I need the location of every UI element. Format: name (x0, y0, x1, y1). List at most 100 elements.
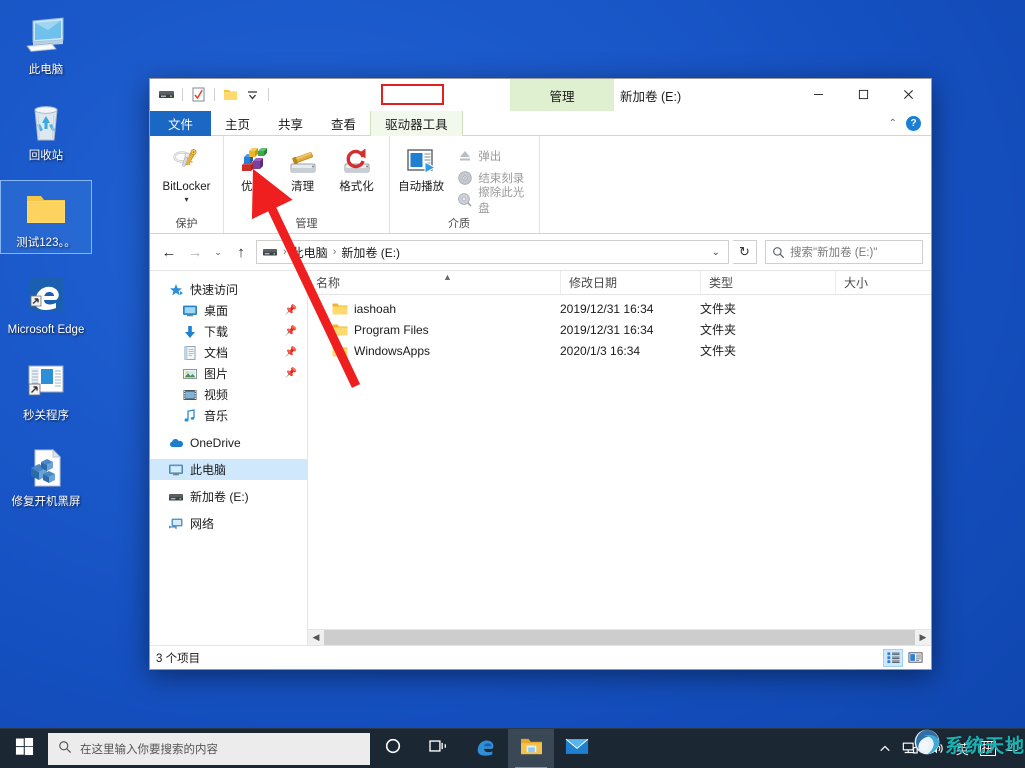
download-icon (182, 324, 198, 340)
bitlocker-button[interactable]: BitLocker ▾ (154, 140, 219, 215)
sidebar-item-label: 图片 (204, 365, 228, 382)
file-explorer-taskbar-button[interactable] (508, 729, 554, 768)
scrollbar-thumb[interactable] (324, 630, 915, 646)
tab-share[interactable]: 共享 (264, 111, 317, 136)
pin-icon[interactable]: 📌 (285, 347, 297, 358)
large-icons-view-button[interactable] (905, 649, 925, 667)
address-dropdown-icon[interactable]: ⌄ (706, 247, 726, 258)
bitlocker-dropdown-icon[interactable]: ▾ (184, 196, 188, 204)
sidebar-item-documents[interactable]: 文档 📌 (150, 342, 307, 363)
desktop-icon-microsoft-edge[interactable]: Microsoft Edge (0, 268, 92, 340)
search-icon (58, 740, 72, 757)
sidebar-item-quick-access[interactable]: 快速访问 (150, 279, 307, 300)
show-hidden-icons-button[interactable] (879, 743, 891, 755)
erase-disc-button[interactable]: 擦除此光盘 (452, 189, 535, 211)
cortana-button[interactable] (370, 729, 416, 768)
close-button[interactable] (886, 79, 931, 109)
desktop-icon-test-folder[interactable]: 测试123。。 (0, 180, 92, 254)
tab-home[interactable]: 主页 (211, 111, 264, 136)
recent-locations-button[interactable]: ⌄ (210, 240, 226, 264)
cleanup-button[interactable]: 清理 (277, 140, 328, 215)
network-icon (168, 516, 184, 532)
column-date-label: 修改日期 (569, 274, 617, 291)
collapse-ribbon-icon[interactable]: ⌃ (889, 118, 897, 129)
desktop-icon-label: 此电脑 (29, 64, 64, 77)
folder-icon (22, 185, 70, 233)
table-row[interactable]: WindowsApps 2020/1/3 16:34 文件夹 (308, 340, 931, 361)
desktop-icon-this-pc[interactable]: 此电脑 (0, 8, 92, 80)
eject-button[interactable]: 弹出 (452, 145, 535, 167)
breadcrumb-new-volume[interactable]: 新加卷 (E:) (341, 244, 400, 261)
refresh-button[interactable]: ↻ (733, 240, 757, 264)
contextual-tab-band-label: 管理 (549, 86, 574, 105)
sidebar-item-network[interactable]: 网络 (150, 513, 307, 534)
edge-icon (474, 735, 496, 762)
ribbon-tabs: 文件 主页 共享 查看 驱动器工具 ⌃ ? (150, 111, 931, 136)
desktop-icon-quick-close-program[interactable]: 秒关程序 (0, 354, 92, 426)
optimize-button[interactable]: 优化 (228, 140, 277, 215)
properties-icon[interactable] (190, 86, 207, 103)
format-button[interactable]: 格式化 (328, 140, 385, 215)
sidebar-item-desktop[interactable]: 桌面 📌 (150, 300, 307, 321)
burn-disc-icon (457, 170, 473, 186)
mail-icon (565, 737, 589, 761)
forward-button[interactable]: → (184, 240, 206, 264)
scroll-left-button[interactable]: ◀ (308, 630, 324, 646)
sidebar-item-music[interactable]: 音乐 (150, 405, 307, 426)
drive-icon[interactable] (158, 86, 175, 103)
chevron-down-icon[interactable] (244, 86, 261, 103)
contextual-tab-band: 管理 (510, 79, 614, 111)
star-icon (168, 282, 184, 298)
back-button[interactable]: ← (158, 240, 180, 264)
optimize-button-label: 优化 (241, 181, 264, 194)
edge-taskbar-button[interactable] (462, 729, 508, 768)
horizontal-scrollbar[interactable]: ◀ ▶ (308, 629, 931, 645)
address-bar[interactable]: › 此电脑 › 新加卷 (E:) ⌄ (256, 240, 729, 264)
pin-icon[interactable]: 📌 (285, 305, 297, 316)
registry-file-icon (22, 444, 70, 492)
sidebar-item-this-pc[interactable]: 此电脑 (150, 459, 307, 480)
item-count-label: 3 个项目 (156, 650, 200, 666)
desktop-icon-recycle-bin[interactable]: 回收站 (0, 94, 92, 166)
maximize-button[interactable] (841, 79, 886, 109)
sidebar-item-videos[interactable]: 视频 (150, 384, 307, 405)
window-titlebar[interactable]: 管理 新加卷 (E:) (150, 79, 931, 111)
taskbar-search-input[interactable]: 在这里输入你要搜索的内容 (48, 733, 370, 765)
minimize-button[interactable] (796, 79, 841, 109)
tab-home-label: 主页 (225, 114, 250, 133)
desktop-icon-fix-boot-black-screen[interactable]: 修复开机黑屏 (0, 440, 92, 512)
column-name-label: 名称 (316, 274, 340, 291)
pin-icon[interactable]: 📌 (285, 326, 297, 337)
sidebar-item-new-volume[interactable]: 新加卷 (E:) (150, 486, 307, 507)
tab-file[interactable]: 文件 (150, 111, 211, 136)
tab-view[interactable]: 查看 (317, 111, 370, 136)
autoplay-button[interactable]: 自动播放 (394, 140, 448, 215)
file-name: WindowsApps (354, 344, 430, 358)
details-view-button[interactable] (883, 649, 903, 667)
sidebar-item-label: 文档 (204, 344, 228, 361)
sidebar-item-pictures[interactable]: 图片 📌 (150, 363, 307, 384)
table-row[interactable]: Program Files 2019/12/31 16:34 文件夹 (308, 319, 931, 340)
column-name[interactable]: 名称 (308, 271, 560, 294)
pin-icon[interactable]: 📌 (285, 368, 297, 379)
search-input[interactable]: 搜索"新加卷 (E:)" (765, 240, 923, 264)
up-button[interactable]: ↑ (230, 240, 252, 264)
scroll-right-button[interactable]: ▶ (915, 630, 931, 646)
column-size[interactable]: 大小 (835, 271, 931, 294)
task-view-button[interactable] (416, 729, 462, 768)
tab-drive-tools[interactable]: 驱动器工具 (370, 111, 463, 136)
back-glyph: ← (162, 244, 177, 261)
search-placeholder: 搜索"新加卷 (E:)" (790, 244, 877, 260)
mail-taskbar-button[interactable] (554, 729, 600, 768)
sidebar-item-onedrive[interactable]: OneDrive (150, 432, 307, 453)
column-date-modified[interactable]: 修改日期 (560, 271, 700, 294)
tab-drive-tools-label: 驱动器工具 (385, 114, 448, 133)
start-button[interactable] (0, 729, 48, 768)
table-row[interactable]: iashoah 2019/12/31 16:34 文件夹 (308, 298, 931, 319)
new-folder-icon[interactable] (222, 86, 239, 103)
help-icon[interactable]: ? (906, 116, 921, 131)
drive-icon (262, 244, 278, 260)
column-type[interactable]: 类型 (700, 271, 835, 294)
breadcrumb-this-pc[interactable]: 此电脑 (292, 244, 328, 261)
sidebar-item-downloads[interactable]: 下载 📌 (150, 321, 307, 342)
